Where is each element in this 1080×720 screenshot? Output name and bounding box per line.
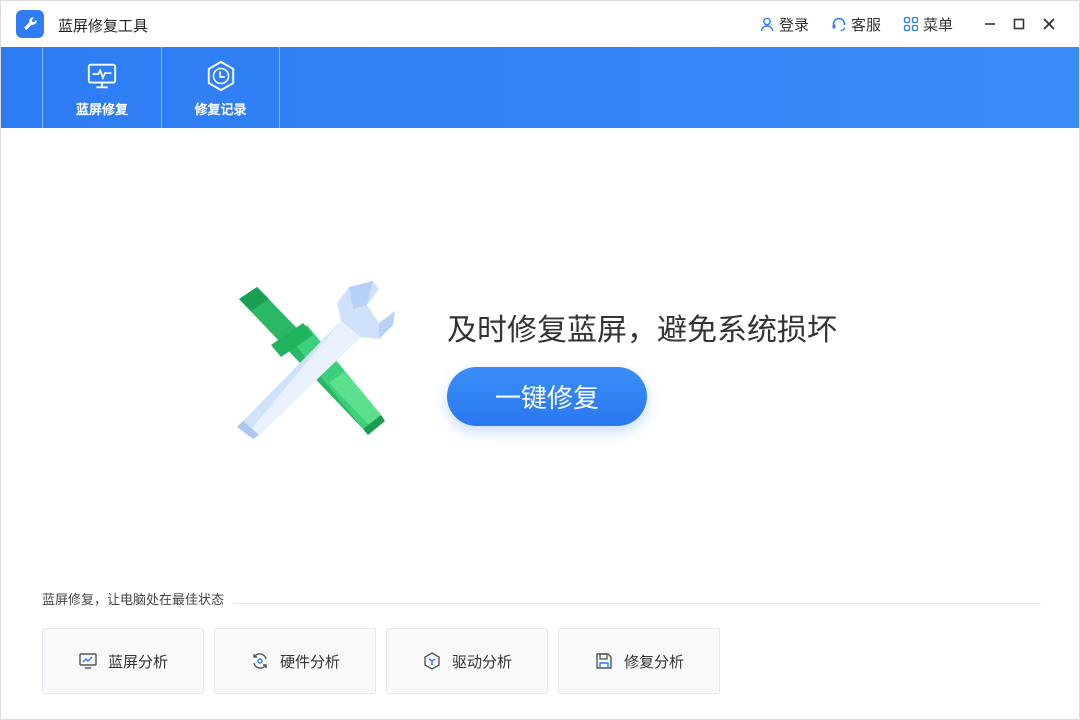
minimize-icon [985,23,995,25]
hardware-analysis-button[interactable]: 硬件分析 [214,628,376,694]
user-icon [760,17,774,32]
maximize-button[interactable] [1008,13,1030,35]
tool-label: 蓝屏分析 [107,652,168,671]
refresh-gear-icon [253,653,267,669]
tab-bluescreen-repair[interactable]: 蓝屏修复 [42,47,161,128]
service-button[interactable]: 客服 [831,14,881,34]
login-button[interactable]: 登录 [759,14,809,34]
tab-repair-history[interactable]: 修复记录 [161,47,280,128]
minimize-button[interactable] [979,13,1001,35]
tab-label: 蓝屏修复 [75,103,128,118]
repair-analysis-button[interactable]: 修复分析 [558,628,720,694]
service-label: 客服 [851,15,882,34]
tab-label: 修复记录 [194,103,247,118]
menu-button[interactable]: 菜单 [903,14,953,34]
nav-bar: 蓝屏修复 修复记录 [1,47,1079,128]
maximize-icon [1013,18,1025,30]
wrench-icon [16,10,44,38]
clock-hexagon-icon [204,59,238,93]
hero-title: 及时修复蓝屏，避免系统损坏 [447,313,837,348]
menu-label: 菜单 [923,15,954,34]
close-button[interactable] [1038,13,1060,35]
section-divider [233,603,1041,604]
tool-label: 硬件分析 [279,652,340,671]
bluescreen-analysis-button[interactable]: 蓝屏分析 [42,628,204,694]
one-click-repair-button[interactable]: 一键修复 [447,367,647,426]
monitor-pulse-icon [85,59,119,93]
wrench-screwdriver-icon [229,279,401,449]
grid-icon [903,16,919,32]
save-disk-icon [596,653,612,669]
tool-label: 驱动分析 [451,652,512,671]
chart-monitor-icon [79,653,97,669]
app-window: 蓝屏修复工具 登录 客服 菜单 蓝屏修复 修复记录 及时修复蓝屏，避免系统损坏 … [0,0,1080,720]
title-bar: 蓝屏修复工具 登录 客服 菜单 [1,1,1079,47]
app-title: 蓝屏修复工具 [58,17,149,35]
close-icon [1043,18,1055,30]
driver-analysis-button[interactable]: 驱动分析 [386,628,548,694]
section-title: 蓝屏修复，让电脑处在最佳状态 [42,589,233,608]
login-label: 登录 [779,15,810,34]
cube-icon [424,652,440,670]
headset-icon [832,17,846,32]
tool-label: 修复分析 [623,652,684,671]
